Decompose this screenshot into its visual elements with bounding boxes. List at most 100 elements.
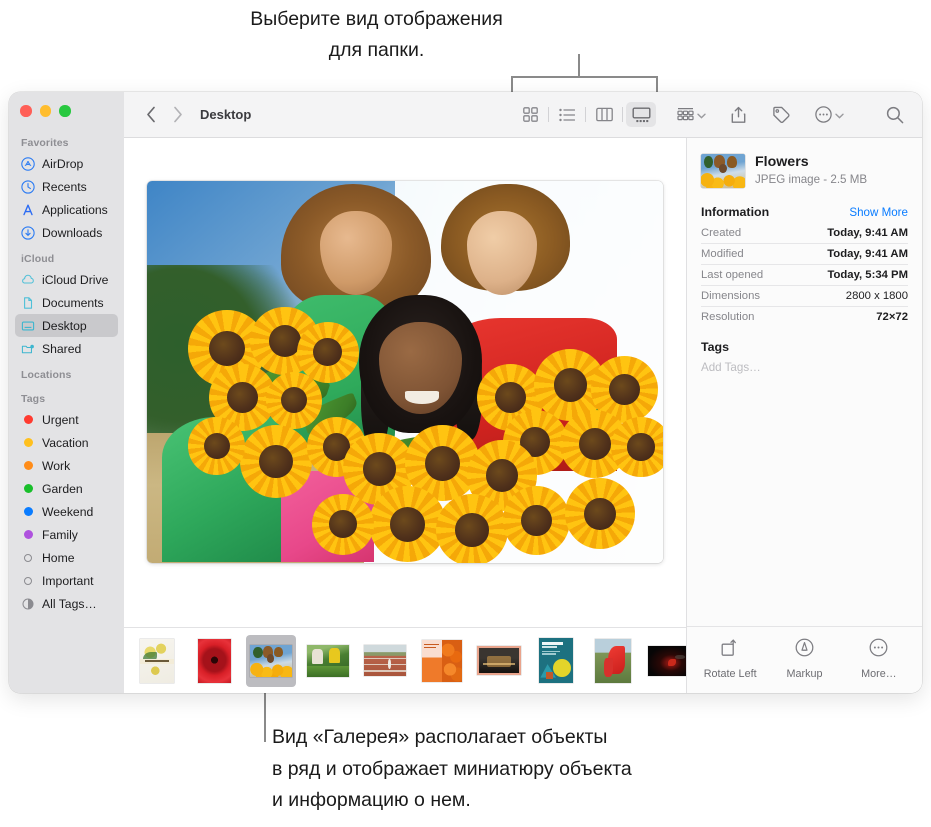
airdrop-icon bbox=[21, 156, 35, 171]
forward-button[interactable] bbox=[164, 102, 190, 128]
info-key: Created bbox=[701, 227, 742, 239]
toolbar: Desktop bbox=[124, 92, 922, 138]
download-circle-icon bbox=[21, 225, 35, 240]
sidebar-item-label: Applications bbox=[42, 202, 108, 217]
show-more-link[interactable]: Show More bbox=[849, 206, 908, 219]
finder-window: Favorites AirDrop Recents Applications D… bbox=[9, 92, 922, 693]
more-actions-button[interactable] bbox=[811, 102, 848, 128]
icon-view-button[interactable] bbox=[515, 102, 545, 127]
sidebar-item-recents[interactable]: Recents bbox=[15, 175, 118, 198]
sidebar-tag-urgent[interactable]: Urgent bbox=[15, 408, 118, 431]
bottom-callout-stem bbox=[264, 692, 266, 742]
sidebar-tag-home[interactable]: Home bbox=[15, 546, 118, 569]
top-callout-text: Выберите вид отображения для папки. bbox=[250, 8, 503, 61]
top-callout-stem bbox=[578, 54, 580, 77]
sidebar-item-desktop[interactable]: Desktop bbox=[15, 314, 118, 337]
more-button[interactable]: More… bbox=[842, 638, 916, 680]
list-item[interactable] bbox=[645, 635, 686, 687]
list-item[interactable] bbox=[588, 635, 638, 687]
sidebar-item-icloud-drive[interactable]: iCloud Drive bbox=[15, 268, 118, 291]
list-item[interactable] bbox=[303, 635, 353, 687]
clock-icon bbox=[21, 179, 35, 194]
share-button[interactable] bbox=[727, 102, 750, 128]
sidebar-item-label: Family bbox=[42, 527, 78, 542]
tag-button[interactable] bbox=[767, 102, 794, 128]
list-item[interactable] bbox=[360, 635, 410, 687]
sidebar-tag-important[interactable]: Important bbox=[15, 569, 118, 592]
all-tags-icon bbox=[21, 597, 35, 611]
sidebar-item-label: iCloud Drive bbox=[42, 272, 109, 287]
document-icon bbox=[21, 296, 35, 310]
inspector-spacer bbox=[687, 374, 922, 626]
sidebar-item-applications[interactable]: Applications bbox=[15, 198, 118, 221]
breadcrumb[interactable]: Desktop bbox=[200, 107, 251, 122]
file-thumbnail bbox=[701, 154, 745, 188]
search-button[interactable] bbox=[882, 102, 908, 128]
list-item[interactable] bbox=[531, 635, 581, 687]
section-title: Tags bbox=[701, 340, 729, 354]
list-view-button[interactable] bbox=[552, 102, 582, 127]
sidebar-item-label: Shared bbox=[42, 341, 82, 356]
ellipsis-circle-icon bbox=[869, 638, 888, 662]
content-area: Desktop Flowers JPEG image - 2.5 MB Info… bbox=[124, 92, 922, 693]
sidebar-tag-work[interactable]: Work bbox=[15, 454, 118, 477]
toolbar-divider bbox=[548, 107, 549, 122]
tag-dot-icon bbox=[21, 482, 35, 496]
info-key: Dimensions bbox=[701, 290, 761, 302]
list-item[interactable] bbox=[474, 635, 524, 687]
sidebar-section-icloud: iCloud bbox=[21, 253, 55, 265]
tag-dot-icon bbox=[21, 459, 35, 473]
sidebar-item-downloads[interactable]: Downloads bbox=[15, 221, 118, 244]
column-view-button[interactable] bbox=[589, 102, 619, 127]
list-item[interactable] bbox=[132, 635, 182, 687]
sidebar-item-airdrop[interactable]: AirDrop bbox=[15, 152, 118, 175]
action-label: More… bbox=[861, 668, 897, 680]
preview-area bbox=[124, 138, 686, 627]
screenshot-root: Выберите вид отображения для папки. Вид … bbox=[0, 0, 931, 827]
markup-icon bbox=[795, 638, 814, 662]
shared-folder-icon bbox=[21, 342, 35, 356]
group-by-button[interactable] bbox=[673, 102, 710, 128]
minimize-button[interactable] bbox=[39, 105, 51, 117]
tag-dot-icon bbox=[21, 413, 35, 427]
sidebar-section-locations: Locations bbox=[21, 369, 72, 381]
table-row: Last opened Today, 5:34 PM bbox=[701, 265, 908, 286]
sidebar-tag-family[interactable]: Family bbox=[15, 523, 118, 546]
sidebar-item-label: Downloads bbox=[42, 225, 103, 240]
sidebar-all-tags[interactable]: All Tags… bbox=[15, 592, 118, 615]
sidebar-item-label: Recents bbox=[42, 179, 87, 194]
list-item[interactable] bbox=[246, 634, 296, 687]
cloud-icon bbox=[21, 273, 35, 287]
view-mode-group bbox=[515, 102, 656, 127]
tag-hollow-icon bbox=[21, 551, 35, 565]
tags-section-header: Tags bbox=[701, 340, 908, 358]
sidebar-item-documents[interactable]: Documents bbox=[15, 291, 118, 314]
bottom-callout-text: Вид «Галерея» располагает объекты в ряд … bbox=[272, 726, 632, 811]
sidebar-item-label: Documents bbox=[42, 295, 104, 310]
sidebar-tag-weekend[interactable]: Weekend bbox=[15, 500, 118, 523]
sidebar-item-label: Home bbox=[42, 550, 75, 565]
info-key: Resolution bbox=[701, 311, 755, 323]
sidebar-item-label: AirDrop bbox=[42, 156, 84, 171]
table-row: Created Today, 9:41 AM bbox=[701, 223, 908, 244]
sidebar-tag-vacation[interactable]: Vacation bbox=[15, 431, 118, 454]
markup-button[interactable]: Markup bbox=[767, 638, 841, 680]
back-button[interactable] bbox=[138, 102, 164, 128]
list-item[interactable] bbox=[417, 635, 467, 687]
window-controls[interactable] bbox=[20, 105, 71, 117]
information-section-header: Information Show More bbox=[701, 205, 908, 223]
action-label: Rotate Left bbox=[703, 668, 757, 680]
sidebar-tag-garden[interactable]: Garden bbox=[15, 477, 118, 500]
table-row: Resolution 72×72 bbox=[701, 307, 908, 327]
list-item[interactable] bbox=[189, 635, 239, 687]
filmstrip[interactable] bbox=[124, 627, 686, 693]
tag-dot-icon bbox=[21, 505, 35, 519]
gallery-view-button[interactable] bbox=[626, 102, 656, 127]
maximize-button[interactable] bbox=[59, 105, 71, 117]
close-button[interactable] bbox=[20, 105, 32, 117]
add-tags-input[interactable]: Add Tags… bbox=[701, 361, 908, 374]
sidebar-item-label: Weekend bbox=[42, 504, 94, 519]
preview-image[interactable] bbox=[147, 180, 663, 563]
rotate-left-button[interactable]: Rotate Left bbox=[693, 638, 767, 680]
sidebar-item-shared[interactable]: Shared bbox=[15, 337, 118, 360]
